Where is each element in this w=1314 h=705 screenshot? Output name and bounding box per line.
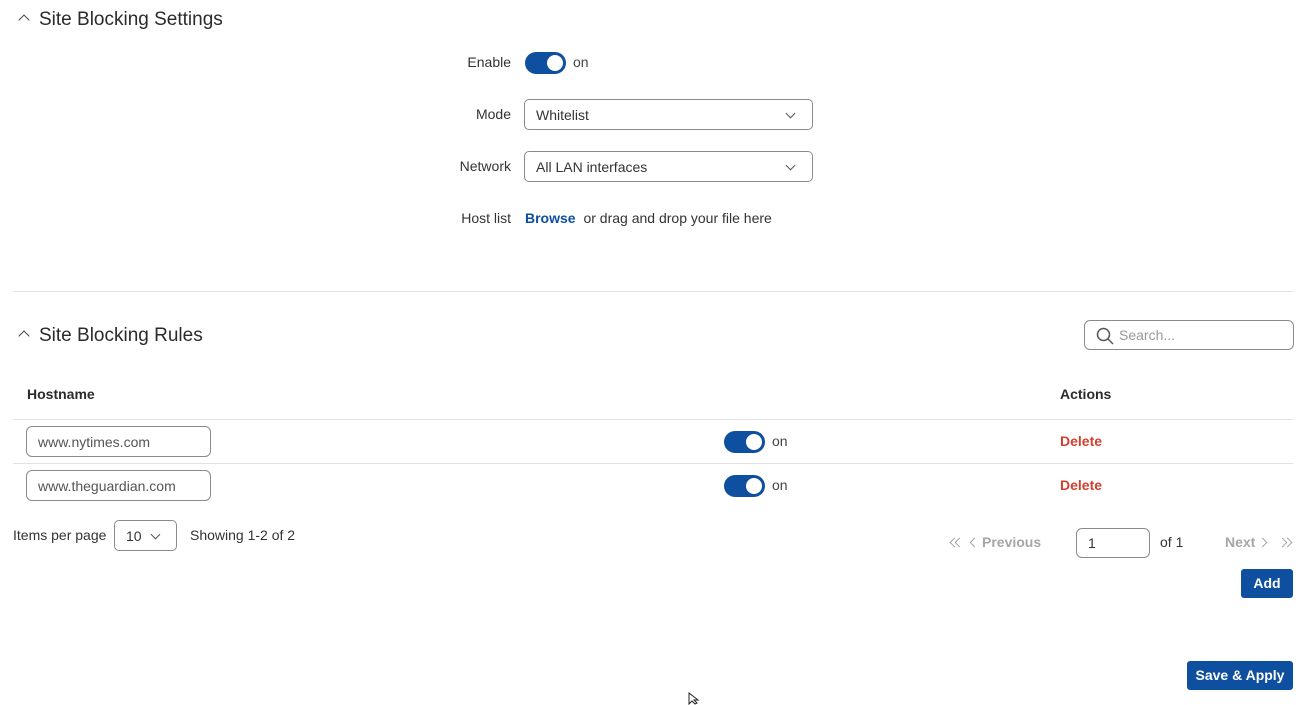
rule-enable-toggle[interactable]	[724, 431, 765, 453]
items-per-page-label: Items per page	[13, 527, 107, 543]
toggle-knob	[746, 478, 762, 494]
host-list-dropzone[interactable]: Browse or drag and drop your file here	[525, 210, 772, 226]
rules-section-title: Site Blocking Rules	[39, 325, 203, 346]
host-list-label: Host list	[461, 210, 511, 226]
rule-toggle-state: on	[772, 433, 788, 449]
browse-link[interactable]: Browse	[525, 210, 576, 226]
next-chevron-icon	[1257, 537, 1268, 548]
items-per-page-select[interactable]: 10	[114, 520, 177, 551]
table-header-divider	[13, 419, 1293, 420]
network-select-value: All LAN interfaces	[536, 158, 648, 175]
network-label: Network	[459, 158, 511, 174]
column-header-actions: Actions	[1060, 386, 1112, 402]
enable-label: Enable	[467, 54, 511, 70]
delete-button[interactable]: Delete	[1060, 433, 1102, 449]
showing-count: Showing 1-2 of 2	[190, 527, 296, 543]
search-icon	[1096, 327, 1114, 345]
toggle-knob	[547, 55, 563, 71]
save-apply-button[interactable]: Save & Apply	[1187, 661, 1293, 690]
toggle-knob	[746, 434, 762, 450]
chevron-down-icon	[150, 529, 161, 540]
rule-enable-toggle[interactable]	[724, 475, 765, 497]
next-button[interactable]: Next	[1225, 534, 1255, 550]
rule-toggle-state: on	[772, 477, 788, 493]
mode-select[interactable]: Whitelist	[524, 99, 813, 130]
page-number-input[interactable]	[1076, 528, 1150, 558]
chevron-down-icon	[785, 160, 796, 171]
mouse-cursor-icon	[688, 692, 700, 705]
items-per-page-value: 10	[126, 527, 142, 544]
hostname-input[interactable]	[26, 470, 211, 501]
collapse-rules-icon[interactable]	[18, 330, 30, 342]
delete-button[interactable]: Delete	[1060, 477, 1102, 493]
add-button[interactable]: Add	[1241, 569, 1293, 598]
network-select[interactable]: All LAN interfaces	[524, 151, 813, 182]
section-divider	[13, 291, 1293, 292]
last-page-icon-2	[1282, 537, 1293, 548]
chevron-down-icon	[785, 108, 796, 119]
previous-button[interactable]: Previous	[982, 534, 1041, 550]
settings-section-title: Site Blocking Settings	[39, 9, 223, 30]
first-page-icon-2	[954, 537, 965, 548]
hostname-input[interactable]	[26, 426, 211, 457]
collapse-settings-icon[interactable]	[18, 14, 30, 26]
total-pages: of 1	[1160, 534, 1184, 550]
mode-label: Mode	[475, 106, 511, 122]
search-box[interactable]	[1084, 320, 1294, 350]
enable-toggle-state: on	[573, 54, 589, 70]
search-input[interactable]	[1119, 321, 1289, 349]
drag-drop-hint: or drag and drop your file here	[583, 210, 772, 226]
column-header-hostname: Hostname	[27, 386, 95, 402]
enable-toggle[interactable]	[525, 52, 566, 74]
previous-chevron-icon	[969, 537, 980, 548]
row-divider	[13, 463, 1293, 464]
mode-select-value: Whitelist	[536, 106, 589, 123]
